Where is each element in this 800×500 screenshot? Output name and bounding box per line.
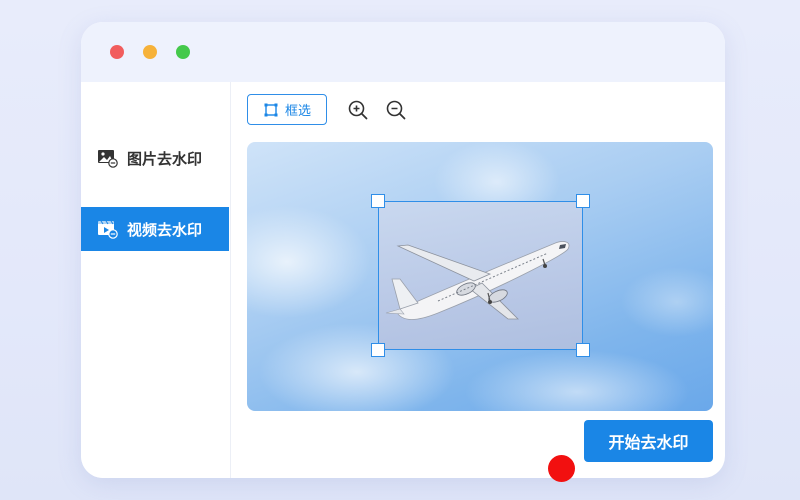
crop-frame-icon (264, 103, 278, 116)
select-tool-label: 框选 (284, 104, 311, 119)
cursor-indicator (548, 455, 575, 482)
sidebar: 图片去水印 视频去水印 (81, 82, 231, 478)
title-bar (81, 22, 725, 82)
sidebar-item-image-watermark[interactable]: 图片去水印 (81, 136, 229, 180)
start-remove-watermark-button[interactable]: 开始去水印 (584, 420, 713, 462)
airplane-image (385, 241, 570, 320)
video-icon (97, 219, 119, 239)
resize-handle-bottom-left[interactable] (371, 343, 385, 357)
maximize-button[interactable] (176, 45, 190, 59)
image-icon (97, 148, 119, 168)
zoom-out-icon (386, 100, 406, 120)
select-tool-button[interactable]: 框选 (247, 94, 327, 125)
sidebar-item-video-watermark[interactable]: 视频去水印 (81, 207, 229, 251)
zoom-in-icon (348, 100, 368, 120)
app-window: 图片去水印 视频去水印 框选 开始去水印 (81, 22, 725, 478)
resize-handle-top-right[interactable] (576, 194, 590, 208)
resize-handle-bottom-right[interactable] (576, 343, 590, 357)
sidebar-item-label: 视频去水印 (127, 220, 203, 239)
zoom-in-button[interactable] (347, 99, 369, 121)
resize-handle-top-left[interactable] (371, 194, 385, 208)
zoom-out-button[interactable] (385, 99, 407, 121)
minimize-button[interactable] (143, 45, 157, 59)
close-button[interactable] (110, 45, 124, 59)
sidebar-item-label: 图片去水印 (127, 149, 203, 168)
